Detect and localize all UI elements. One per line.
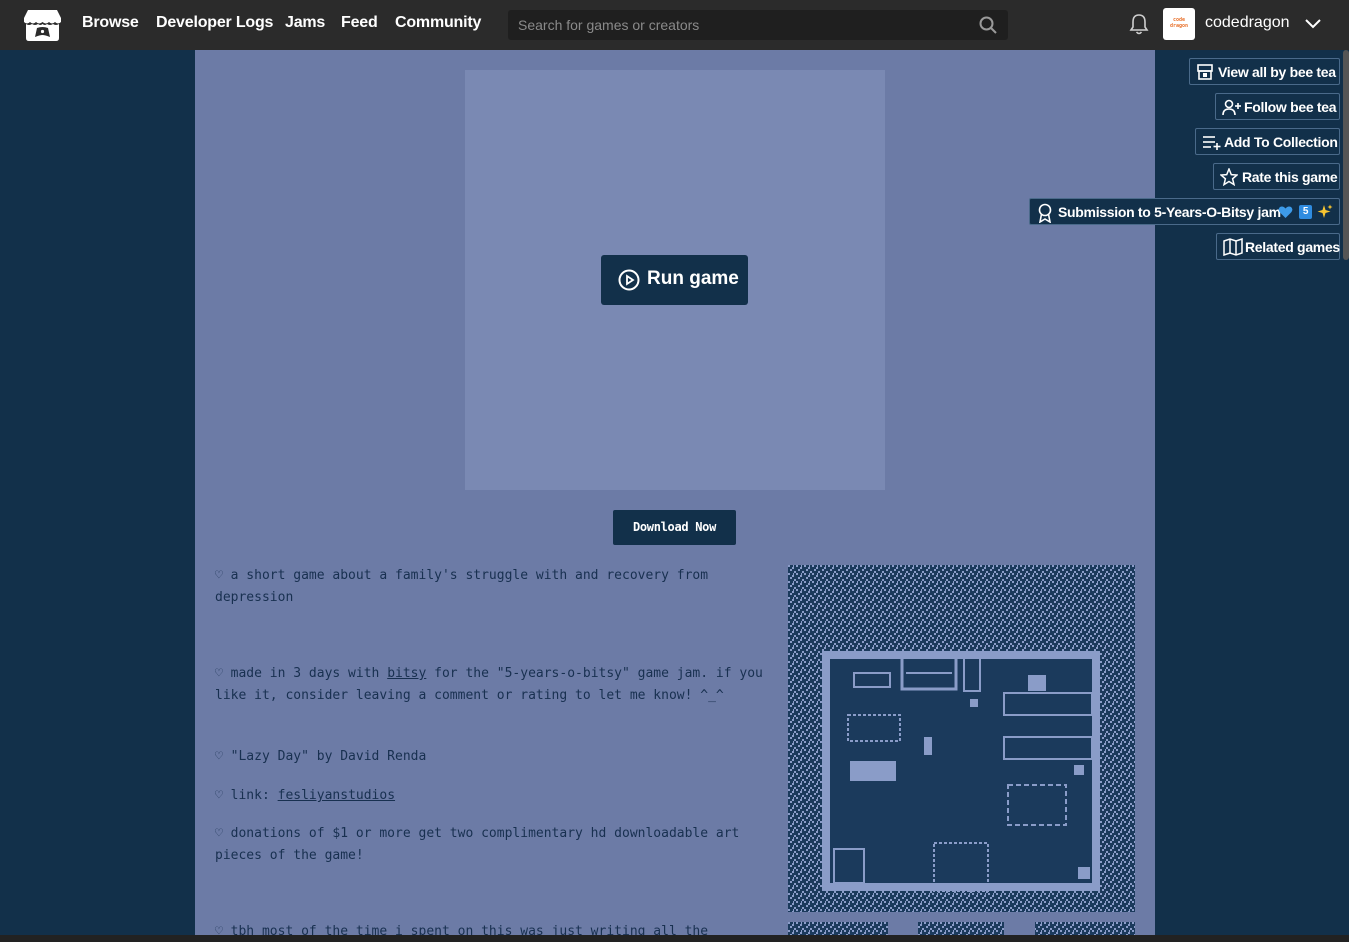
username[interactable]: codedragon	[1205, 14, 1290, 32]
text: ♡ made in 3 days with	[215, 666, 388, 681]
sparkles-icon	[1317, 204, 1333, 218]
related-games-button[interactable]: Related games	[1216, 233, 1340, 260]
search-input[interactable]	[508, 10, 968, 40]
follow-label: Follow bee tea	[1244, 99, 1337, 115]
notifications-bell-icon[interactable]	[1128, 12, 1150, 36]
game-embed-frame: Run game	[465, 70, 885, 490]
map-icon	[1223, 238, 1243, 256]
rate-game-button[interactable]: Rate this game	[1213, 163, 1340, 190]
award-ribbon-icon	[1038, 203, 1052, 223]
nav-developer-logs[interactable]: Developer Logs	[156, 14, 273, 32]
avatar-text: code dragon	[1169, 17, 1189, 29]
description-paragraph: ♡ link: fesliyanstudios	[215, 785, 770, 807]
playlist-add-icon	[1203, 136, 1221, 150]
bitsy-link[interactable]: bitsy	[387, 666, 426, 681]
keycap-badge: 5	[1299, 205, 1312, 219]
game-page: Run game Download Now ♡ a short game abo…	[195, 50, 1155, 942]
related-games-label: Related games	[1245, 239, 1340, 255]
scrollbar[interactable]	[1343, 50, 1349, 260]
run-game-button[interactable]: Run game	[601, 255, 748, 305]
store-icon	[1197, 64, 1213, 80]
play-circle-icon	[618, 269, 640, 291]
star-icon	[1220, 168, 1238, 186]
chevron-down-icon[interactable]	[1304, 15, 1322, 33]
run-game-label: Run game	[647, 268, 739, 289]
description-paragraph: ♡ a short game about a family's struggle…	[215, 568, 709, 605]
search-icon[interactable]	[978, 15, 998, 35]
description-paragraph: ♡ "Lazy Day" by David Renda	[215, 749, 427, 764]
avatar[interactable]: code dragon	[1163, 8, 1195, 40]
nav-jams[interactable]: Jams	[285, 14, 325, 32]
search-box	[508, 10, 1008, 40]
itchio-logo-icon[interactable]	[23, 8, 62, 42]
nav-community[interactable]: Community	[395, 14, 481, 32]
text: ♡ link:	[215, 788, 278, 803]
jam-submission-button[interactable]: Submission to 5-Years-O-Bitsy jam 5	[1029, 198, 1340, 225]
game-screenshot-image	[788, 565, 1135, 912]
description-paragraph: ♡ made in 3 days with bitsy for the "5-y…	[215, 663, 770, 707]
view-all-by-author-button[interactable]: View all by bee tea	[1189, 58, 1340, 85]
add-to-collection-label: Add To Collection	[1224, 134, 1338, 150]
top-navigation: Browse Developer Logs Jams Feed Communit…	[0, 0, 1349, 50]
view-all-label: View all by bee tea	[1218, 64, 1336, 80]
user-plus-icon	[1222, 99, 1241, 116]
follow-author-button[interactable]: Follow bee tea	[1215, 93, 1340, 120]
nav-feed[interactable]: Feed	[341, 14, 378, 32]
submission-label: Submission to 5-Years-O-Bitsy jam	[1058, 204, 1281, 220]
nav-browse[interactable]: Browse	[82, 14, 139, 32]
download-now-button[interactable]: Download Now	[613, 510, 736, 545]
fesliyanstudios-link[interactable]: fesliyanstudios	[278, 788, 395, 803]
bottom-edge	[0, 935, 1349, 942]
add-to-collection-button[interactable]: Add To Collection	[1195, 128, 1340, 155]
rate-label: Rate this game	[1242, 169, 1338, 185]
blue-heart-icon	[1278, 206, 1293, 218]
description-paragraph: ♡ donations of $1 or more get two compli…	[215, 826, 740, 863]
